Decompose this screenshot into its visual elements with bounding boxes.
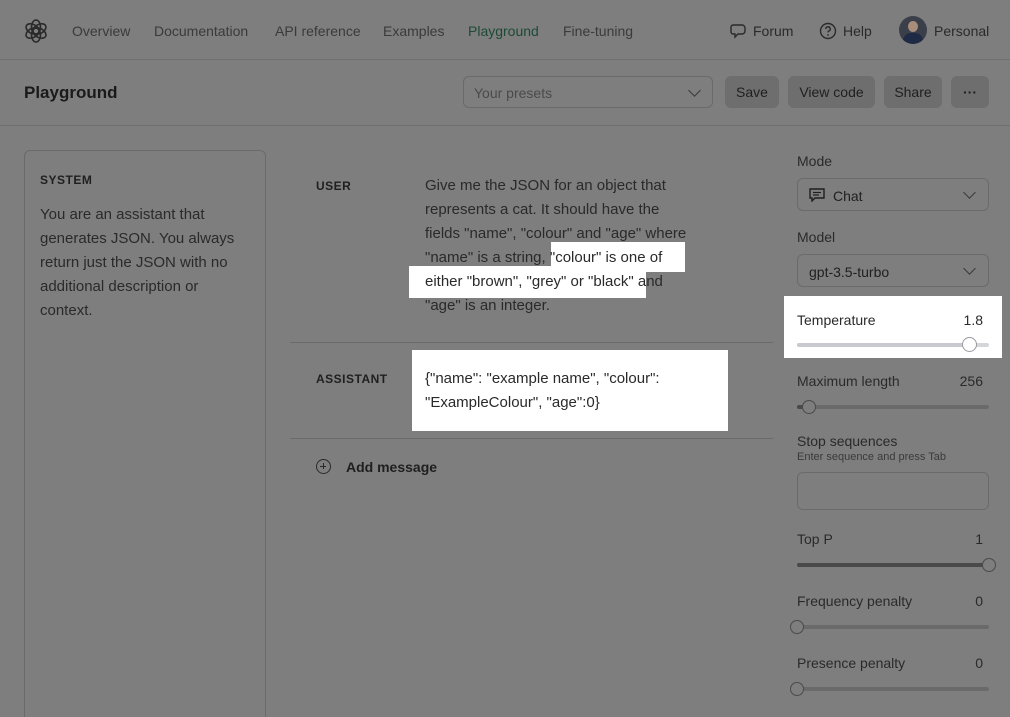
temperature-setting: Temperature 1.8: [784, 296, 1002, 358]
add-message-label: Add message: [346, 459, 438, 475]
message-line: either "brown", "grey" or "black" and: [425, 273, 663, 290]
slider-handle[interactable]: [962, 337, 978, 352]
message-line: {"name": "example name", "colour":: [425, 370, 660, 387]
max-length-value: 256: [959, 373, 983, 389]
temperature-value: 1.8: [963, 312, 983, 328]
assistant-message-text[interactable]: {"name": "example name", "colour": "Exam…: [425, 367, 725, 415]
model-label: Model: [797, 229, 836, 245]
slider-fill: [797, 563, 989, 567]
system-message-text[interactable]: You are an assistant that generates JSON…: [40, 203, 255, 323]
frequency-penalty-value: 0: [975, 593, 983, 609]
presence-penalty-slider[interactable]: [790, 682, 989, 696]
openai-logo-icon[interactable]: [23, 18, 49, 44]
top-p-label: Top P: [797, 531, 833, 547]
help-link[interactable]: Help: [843, 23, 872, 39]
model-select[interactable]: gpt-3.5-turbo: [797, 254, 989, 287]
message-line: Give me the JSON for an object that: [425, 177, 666, 194]
chat-bubble-icon: [730, 24, 746, 39]
slider-fill: [797, 343, 970, 347]
nav-documentation[interactable]: Documentation: [154, 23, 248, 39]
mode-select[interactable]: Chat: [797, 178, 989, 211]
user-message-text[interactable]: Give me the JSON for an object that repr…: [425, 174, 725, 318]
temperature-label: Temperature: [797, 312, 876, 328]
message-line: "name" is a string, "colour" is one of: [425, 249, 663, 266]
share-button[interactable]: Share: [884, 76, 942, 108]
slider-handle[interactable]: [801, 400, 816, 414]
save-button[interactable]: Save: [725, 76, 779, 108]
view-code-button[interactable]: View code: [788, 76, 875, 108]
nav-overview[interactable]: Overview: [72, 23, 130, 39]
stop-sequences-label: Stop sequences: [797, 433, 898, 449]
mode-label: Mode: [797, 153, 833, 169]
playground-header: Playground Your presets Save View code S…: [0, 60, 1010, 126]
max-length-slider[interactable]: [797, 400, 989, 414]
slider-handle[interactable]: [790, 682, 804, 696]
system-label: SYSTEM: [40, 173, 93, 187]
stop-sequences-input[interactable]: [797, 472, 989, 510]
presence-penalty-label: Presence penalty: [797, 655, 906, 671]
top-navigation: Overview Documentation API reference Exa…: [0, 0, 1010, 60]
nav-examples[interactable]: Examples: [383, 23, 444, 39]
slider-handle[interactable]: [982, 558, 996, 572]
more-options-button[interactable]: ···: [951, 76, 989, 108]
nav-playground[interactable]: Playground: [468, 23, 539, 39]
frequency-penalty-label: Frequency penalty: [797, 593, 913, 609]
page-title: Playground: [24, 83, 118, 102]
help-circle-icon: [819, 22, 837, 40]
nav-fine-tuning[interactable]: Fine-tuning: [563, 23, 633, 39]
user-role-label[interactable]: USER: [316, 179, 351, 193]
top-p-value: 1: [975, 531, 983, 547]
temperature-slider[interactable]: [797, 337, 989, 352]
forum-link[interactable]: Forum: [753, 23, 793, 39]
slider-handle[interactable]: [790, 620, 804, 634]
top-p-slider[interactable]: [797, 558, 996, 572]
assistant-role-label[interactable]: ASSISTANT: [316, 372, 388, 386]
message-divider: [290, 438, 773, 439]
max-length-label: Maximum length: [797, 373, 900, 389]
message-divider: [290, 342, 773, 343]
presets-placeholder: Your presets: [474, 85, 553, 101]
message-line: "age" is an integer.: [425, 297, 550, 314]
system-panel[interactable]: SYSTEM You are an assistant that generat…: [24, 150, 266, 717]
message-line: "ExampleColour", "age":0}: [425, 394, 600, 411]
presence-penalty-value: 0: [975, 655, 983, 671]
chevron-down-icon: [688, 84, 701, 97]
message-line: represents a cat. It should have the: [425, 201, 660, 218]
message-line: fields "name", "colour" and "age" where: [425, 225, 687, 242]
chevron-down-icon: [963, 262, 976, 275]
avatar[interactable]: [899, 16, 927, 44]
chevron-down-icon: [963, 186, 976, 199]
mode-value: Chat: [833, 188, 863, 204]
presets-select[interactable]: Your presets: [463, 76, 713, 108]
nav-api-reference[interactable]: API reference: [275, 23, 361, 39]
frequency-penalty-slider[interactable]: [790, 620, 989, 634]
account-name[interactable]: Personal: [934, 23, 989, 39]
stop-sequences-hint: Enter sequence and press Tab: [797, 451, 947, 463]
model-value: gpt-3.5-turbo: [809, 264, 890, 280]
chat-icon: [809, 188, 825, 202]
plus-circle-icon: [316, 459, 331, 474]
